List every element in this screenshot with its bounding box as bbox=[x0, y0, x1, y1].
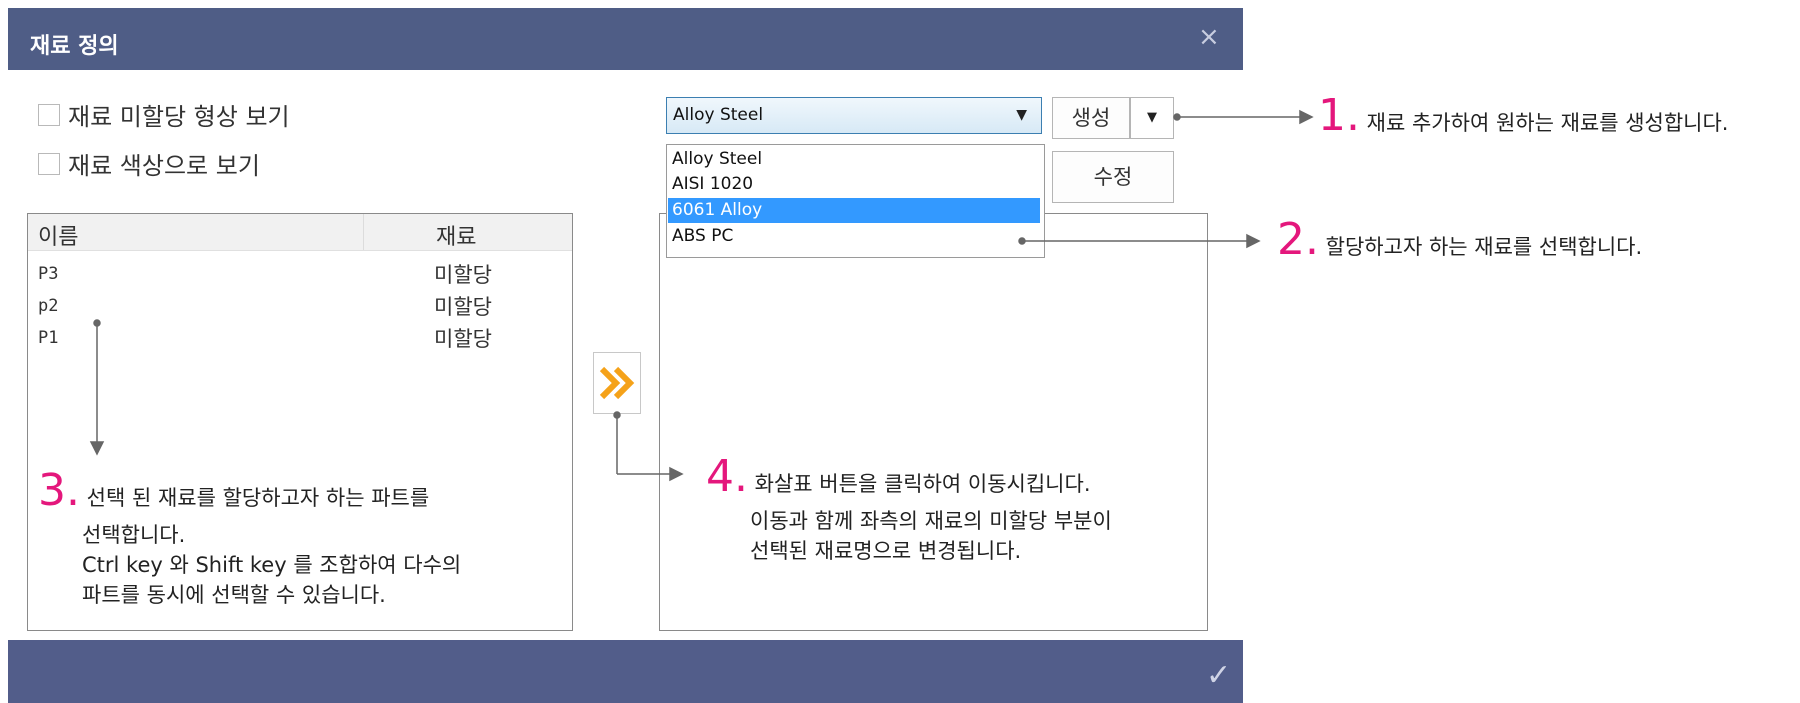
annotation-4-body: 이동과 함께 좌측의 재료의 미할당 부분이 선택된 재료명으로 변경됩니다. bbox=[750, 506, 1112, 566]
annotation-3-line: Ctrl key 와 Shift key 를 조합하여 다수의 bbox=[82, 553, 462, 577]
annotation-3-number: 3. bbox=[38, 465, 80, 516]
annotation-3-body: 선택합니다. Ctrl key 와 Shift key 를 조합하여 다수의 파… bbox=[82, 520, 461, 610]
annotation-2: 2. 할당하고자 하는 재료를 선택합니다. bbox=[1277, 214, 1642, 265]
annotation-4-line: 이동과 함께 좌측의 재료의 미할당 부분이 bbox=[750, 509, 1112, 533]
annotation-1-text: 재료 추가하여 원하는 재료를 생성합니다. bbox=[1366, 111, 1729, 135]
annotation-4-line: 화살표 버튼을 클릭하여 이동시킵니다. bbox=[754, 472, 1091, 496]
annotation-1-number: 1. bbox=[1318, 90, 1360, 141]
annotation-2-number: 2. bbox=[1277, 214, 1319, 265]
annotation-4-number: 4. bbox=[706, 451, 748, 502]
annotation-4-line: 선택된 재료명으로 변경됩니다. bbox=[750, 539, 1022, 563]
annotation-3-line: 파트를 동시에 선택할 수 있습니다. bbox=[82, 583, 386, 607]
annotation-3-line: 선택 된 재료를 할당하고자 하는 파트를 bbox=[86, 486, 430, 510]
annotation-3: 3. 선택 된 재료를 할당하고자 하는 파트를 bbox=[38, 469, 430, 513]
annotation-4: 4. 화살표 버튼을 클릭하여 이동시킵니다. bbox=[706, 455, 1091, 499]
annotation-2-text: 할당하고자 하는 재료를 선택합니다. bbox=[1325, 235, 1643, 259]
annotation-3-line: 선택합니다. bbox=[82, 523, 186, 547]
annotation-1: 1. 재료 추가하여 원하는 재료를 생성합니다. bbox=[1318, 90, 1729, 141]
